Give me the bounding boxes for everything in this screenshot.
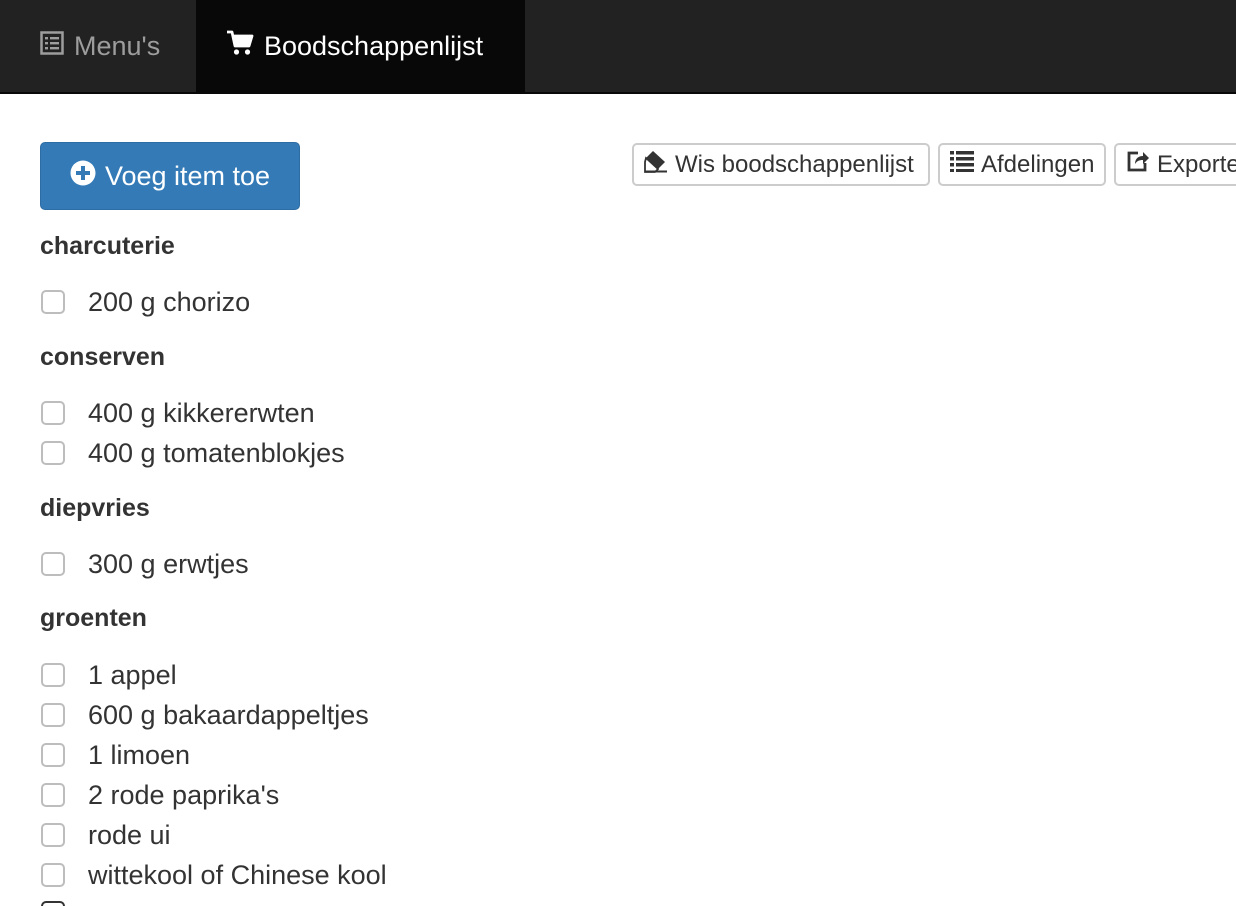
tab-menus[interactable]: Menu's	[0, 0, 196, 92]
item-label: wittekool of Chinese kool	[88, 859, 387, 890]
list-alt-icon	[40, 30, 64, 62]
list-item: 200 g chorizo	[40, 282, 250, 322]
item-checkbox[interactable]	[41, 552, 65, 576]
list-item: rode ui	[40, 815, 171, 855]
list-item: 600 g bakaardappeltjes	[40, 695, 369, 735]
list-item: 1 limoen	[40, 735, 190, 775]
item-label: 1 limoen	[88, 739, 191, 770]
item-label: 200 g chorizo	[88, 286, 251, 317]
item-label: 1 appel	[88, 659, 177, 690]
section-title-groenten: groenten	[40, 604, 147, 632]
list-item: 400 g kikkererwten	[40, 393, 315, 433]
item-checkbox[interactable]	[41, 901, 65, 906]
eraser-icon	[644, 149, 668, 180]
departments-label: Afdelingen	[981, 150, 1095, 178]
list-icon	[950, 150, 974, 179]
section-title-charcuterie: charcuterie	[40, 232, 175, 260]
tab-boodschappenlijst[interactable]: Boodschappenlijst	[196, 0, 525, 92]
export-label: Exporteer	[1157, 150, 1236, 178]
section-title-diepvries: diepvries	[40, 494, 150, 522]
add-item-button[interactable]: Voeg item toe	[40, 142, 300, 210]
departments-button[interactable]: Afdelingen	[938, 143, 1106, 186]
item-checkbox[interactable]	[41, 863, 65, 887]
clear-list-button[interactable]: Wis boodschappenlijst	[632, 143, 930, 186]
plus-circle-icon	[70, 160, 96, 193]
item-label: rode ui	[88, 819, 171, 850]
item-checkbox[interactable]	[41, 743, 65, 767]
list-item: 300 g erwtjes	[40, 544, 249, 584]
list-item: wittekool of Chinese kool	[40, 855, 387, 895]
section-title-conserven: conserven	[40, 343, 166, 371]
list-item: 2 rode paprika's	[40, 775, 279, 815]
list-item: 400 g tomatenblokjes	[40, 433, 345, 473]
item-checkbox[interactable]	[41, 703, 65, 727]
list-item: 1 appel	[40, 655, 177, 695]
item-checkbox[interactable]	[41, 441, 65, 465]
item-label: 400 g kikkererwten	[88, 397, 315, 428]
export-button[interactable]: Exporteer	[1114, 143, 1236, 186]
item-label: 300 g erwtjes	[88, 548, 249, 579]
list-item-partial	[40, 895, 88, 906]
item-checkbox[interactable]	[41, 663, 65, 687]
item-checkbox[interactable]	[41, 783, 65, 807]
item-label: 2 rode paprika's	[88, 779, 280, 810]
add-item-label: Voeg item toe	[104, 160, 271, 191]
item-label: 400 g tomatenblokjes	[88, 437, 345, 468]
tab-boodschappenlijst-label: Boodschappenlijst	[264, 30, 484, 61]
item-checkbox[interactable]	[41, 823, 65, 847]
top-navbar: Menu's Boodschappenlijst	[0, 0, 1236, 94]
share-icon	[1126, 149, 1150, 180]
item-checkbox[interactable]	[41, 290, 65, 314]
shopping-cart-icon	[226, 30, 254, 63]
clear-list-label: Wis boodschappenlijst	[675, 150, 914, 178]
item-checkbox[interactable]	[41, 401, 65, 425]
item-label: 600 g bakaardappeltjes	[88, 699, 369, 730]
tab-menus-label: Menu's	[74, 30, 161, 61]
